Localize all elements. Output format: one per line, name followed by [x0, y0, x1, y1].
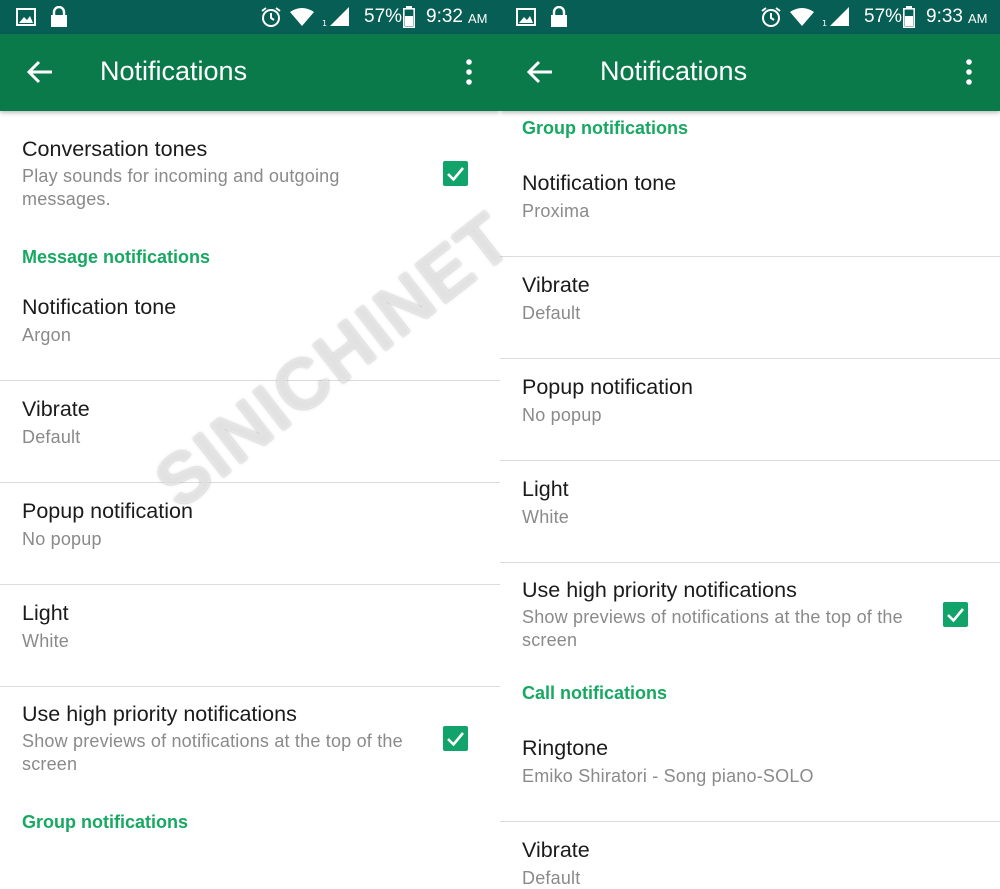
row-subtitle: No popup [522, 405, 602, 425]
settings-list: Conversation tones Play sounds for incom… [0, 122, 500, 844]
settings-row[interactable]: Use high priority notifications Show pre… [500, 563, 1000, 676]
row-subtitle: Show previews of notifications at the to… [22, 731, 403, 774]
page-title: Notifications [600, 56, 748, 86]
app-bar: Notifications [500, 34, 1000, 111]
wifi-icon [290, 8, 314, 26]
checkbox[interactable] [943, 602, 968, 627]
row-subtitle: Proxima [522, 201, 590, 221]
row-subtitle: White [522, 507, 570, 527]
section-header-label: Group notifications [522, 118, 688, 138]
settings-row[interactable]: Vibrate Default [500, 257, 1000, 358]
settings-row[interactable]: Light White [0, 585, 500, 686]
row-subtitle: Default [522, 868, 581, 888]
page-title: Notifications [100, 56, 248, 86]
signal-icon: 1 [322, 7, 349, 27]
clock-time: 9:33 [926, 6, 963, 27]
row-title: Notification tone [22, 295, 177, 319]
signal-icon: 1 [822, 7, 849, 27]
row-title: Vibrate [22, 397, 90, 421]
svg-text:1: 1 [822, 19, 827, 27]
row-title: Popup notification [522, 375, 693, 399]
gallery-icon [516, 8, 536, 26]
settings-row[interactable]: Vibrate Default [500, 822, 1000, 889]
battery-percent: 57% [864, 6, 903, 27]
settings-row[interactable]: Light White [500, 461, 1000, 562]
settings-row[interactable]: Notification tone Argon [0, 279, 500, 380]
section-header: Call notifications [500, 676, 1000, 720]
status-bar: 1 57% 9:33 AM [500, 0, 1000, 34]
battery-percent: 57% [364, 6, 403, 27]
lock-icon [551, 6, 567, 27]
row-title: Light [22, 601, 69, 625]
row-title: Notification tone [522, 171, 677, 195]
checkbox[interactable] [443, 726, 468, 751]
section-header-label: Message notifications [22, 247, 211, 267]
status-bar: 1 57% 9:32 AM [0, 0, 500, 34]
battery-icon [403, 6, 415, 28]
app-bar: Notifications [0, 34, 500, 111]
alarm-icon [261, 7, 281, 27]
checkmark-icon [447, 167, 465, 182]
checkbox[interactable] [443, 161, 468, 186]
settings-row[interactable]: Notification tone Proxima [500, 155, 1000, 256]
alarm-icon [761, 7, 781, 27]
settings-row[interactable]: Popup notification No popup [500, 359, 1000, 460]
section-header-label: Group notifications [22, 812, 188, 832]
svg-text:1: 1 [322, 19, 327, 27]
row-title: Use high priority notifications [22, 702, 297, 726]
settings-row[interactable]: Ringtone Emiko Shiratori - Song piano-SO… [500, 720, 1000, 821]
row-title: Conversation tones [22, 137, 208, 161]
section-header: Message notifications [0, 235, 500, 279]
checkmark-icon [947, 608, 965, 623]
phone-screen-left: Conversation tones Play sounds for incom… [0, 0, 500, 889]
arrow-back-icon[interactable] [526, 60, 554, 84]
settings-row[interactable]: Popup notification No popup [0, 483, 500, 584]
row-subtitle: No popup [22, 529, 102, 549]
row-subtitle: Argon [22, 325, 72, 345]
arrow-back-icon[interactable] [26, 60, 54, 84]
row-subtitle: Emiko Shiratori - Song piano-SOLO [522, 766, 814, 786]
row-title: Light [522, 477, 569, 501]
row-subtitle: Default [22, 427, 81, 447]
phone-screen-right: Group notifications Notification tone Pr… [500, 0, 1000, 889]
wifi-icon [790, 8, 814, 26]
settings-list: Group notifications Notification tone Pr… [500, 111, 1000, 889]
clock-time: 9:32 [426, 6, 463, 27]
row-title: Vibrate [522, 838, 590, 862]
row-subtitle: Default [522, 303, 581, 323]
row-title: Popup notification [22, 499, 193, 523]
more-vert-icon[interactable] [459, 58, 479, 86]
checkmark-icon [447, 732, 465, 747]
section-header: Group notifications [500, 111, 1000, 155]
lock-icon [51, 6, 67, 27]
row-subtitle: Play sounds for incoming and outgoing me… [22, 166, 340, 209]
more-vert-icon[interactable] [959, 58, 979, 86]
row-subtitle: Show previews of notifications at the to… [522, 607, 903, 650]
row-title: Use high priority notifications [522, 578, 797, 602]
section-header-label: Call notifications [522, 683, 668, 703]
section-header: Group notifications [0, 800, 500, 844]
row-title: Vibrate [522, 273, 590, 297]
clock-ampm: AM [968, 11, 988, 26]
settings-row[interactable]: Vibrate Default [0, 381, 500, 482]
battery-icon [903, 6, 915, 28]
settings-row[interactable]: Conversation tones Play sounds for incom… [0, 122, 500, 235]
row-title: Ringtone [522, 736, 609, 760]
row-subtitle: White [22, 631, 70, 651]
clock-ampm: AM [468, 11, 488, 26]
gallery-icon [16, 8, 36, 26]
settings-row[interactable]: Use high priority notifications Show pre… [0, 687, 500, 800]
